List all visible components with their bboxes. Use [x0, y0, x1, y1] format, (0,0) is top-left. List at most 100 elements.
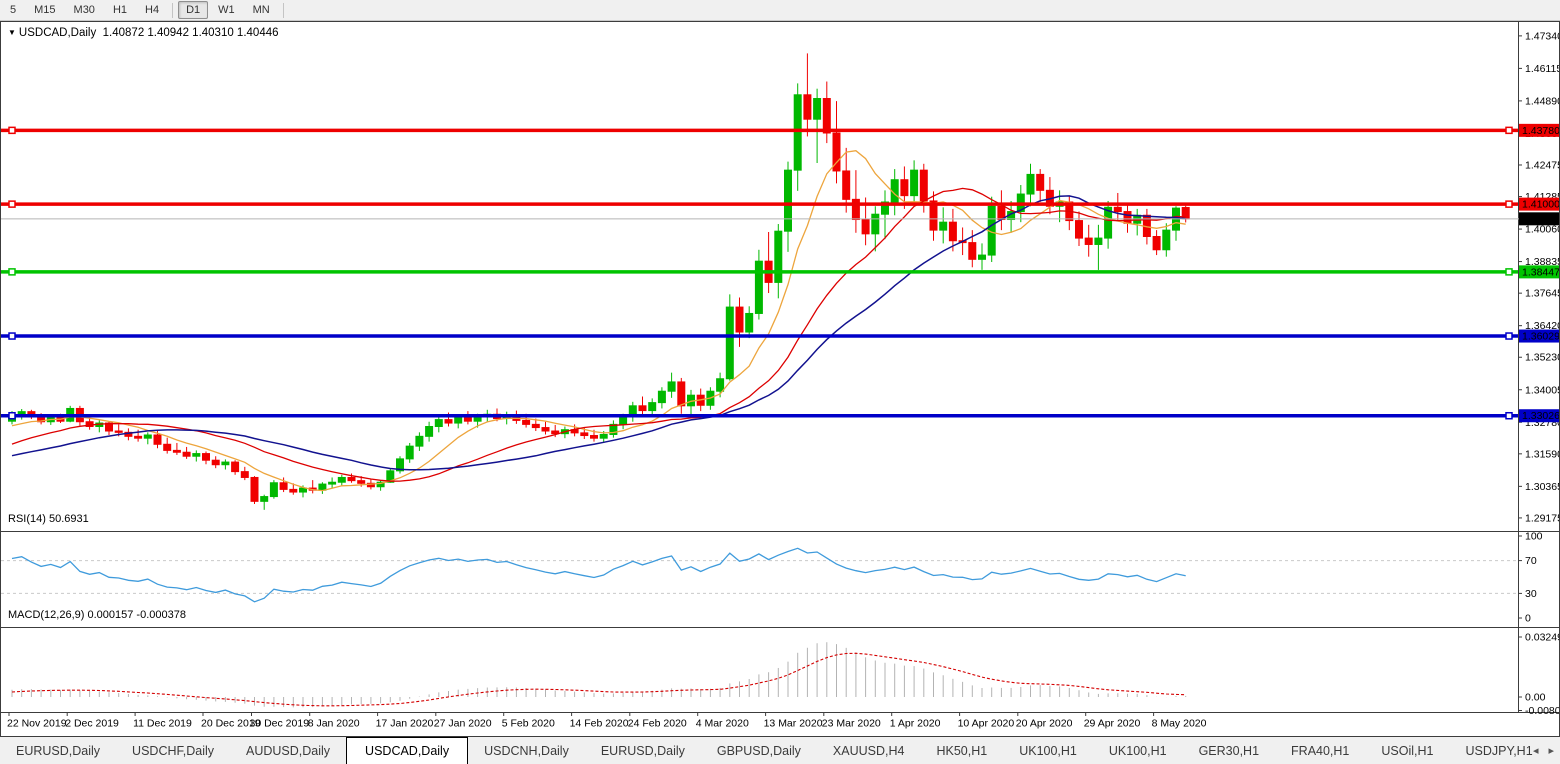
candle [804, 95, 811, 119]
rsi-axis-label: 30 [1525, 588, 1537, 600]
date-axis-label: 29 Apr 2020 [1084, 718, 1141, 730]
candle [911, 170, 918, 195]
tab-xauusd-h4[interactable]: XAUUSD,H4 [817, 737, 921, 764]
timeframe-button-d1[interactable]: D1 [178, 1, 208, 19]
candle [1076, 221, 1083, 239]
candle [785, 170, 792, 231]
candle [755, 261, 762, 313]
candle [232, 462, 239, 472]
date-axis-label: 8 Jan 2020 [308, 718, 360, 730]
candle [649, 403, 656, 411]
hline-price-label-text: 1.36029 [1522, 331, 1559, 343]
tab-usoil-h1[interactable]: USOil,H1 [1365, 737, 1449, 764]
hline-anchor[interactable] [9, 201, 15, 207]
hline-anchor[interactable] [1506, 333, 1512, 339]
tab-audusd-daily[interactable]: AUDUSD,Daily [230, 737, 346, 764]
current-price-label-text: 1.40446 [1522, 213, 1559, 225]
timeframe-button-h4[interactable]: H4 [137, 1, 167, 19]
tab-ger30-h1[interactable]: GER30,H1 [1183, 737, 1275, 764]
tab-eurusd-daily[interactable]: EURUSD,Daily [585, 737, 701, 764]
hline-anchor[interactable] [1506, 413, 1512, 419]
candle [920, 170, 927, 201]
candle [261, 497, 268, 502]
candle [1163, 230, 1170, 250]
tab-gbpusd-daily[interactable]: GBPUSD,Daily [701, 737, 817, 764]
timeframe-button-5[interactable]: 5 [2, 1, 24, 19]
tab-usdchf-daily[interactable]: USDCHF,Daily [116, 737, 230, 764]
rsi-axis-label: 0 [1525, 613, 1531, 625]
date-axis-label: 24 Feb 2020 [628, 718, 687, 730]
date-axis-label: 2 Dec 2019 [65, 718, 119, 730]
candle [319, 484, 326, 490]
candle [843, 171, 850, 199]
candle [1114, 207, 1121, 211]
tab-uk100-h1[interactable]: UK100,H1 [1003, 737, 1093, 764]
candle [212, 460, 219, 465]
price-axis-label: 1.47340 [1525, 30, 1559, 42]
candle [300, 488, 307, 492]
macd-indicator-label: MACD(12,26,9) 0.000157 -0.000378 [8, 609, 186, 621]
candle [1095, 238, 1102, 244]
scroll-right-button[interactable]: ▸ [1548, 744, 1554, 757]
tab-eurusd-daily[interactable]: EURUSD,Daily [0, 737, 116, 764]
candle [338, 477, 345, 482]
hline-anchor[interactable] [1506, 127, 1512, 133]
hline-anchor[interactable] [9, 127, 15, 133]
candle [852, 199, 859, 219]
price-axis-label: 1.46115 [1525, 63, 1559, 75]
symbol-dropdown-icon[interactable]: ▼ [8, 28, 16, 37]
hline-anchor[interactable] [9, 413, 15, 419]
chart-tabs-bar: EURUSD,DailyUSDCHF,DailyAUDUSD,DailyUSDC… [0, 737, 1560, 764]
candle [658, 391, 665, 402]
timeframe-button-m30[interactable]: M30 [66, 1, 103, 19]
rsi-axis-label: 70 [1525, 555, 1537, 567]
candle [251, 477, 258, 501]
candle [222, 462, 229, 465]
candle [591, 436, 598, 439]
candle [717, 379, 724, 391]
candle [639, 406, 646, 411]
candle [406, 446, 413, 459]
chart-canvas[interactable]: 1.473401.461151.448901.436651.424751.412… [1, 22, 1559, 736]
candle [581, 433, 588, 436]
candle [668, 382, 675, 391]
candle [1153, 237, 1160, 250]
candle [823, 99, 830, 133]
candle [144, 435, 151, 438]
timeframe-button-mn[interactable]: MN [245, 1, 278, 19]
tab-uk100-h1[interactable]: UK100,H1 [1093, 737, 1183, 764]
candle [678, 382, 685, 406]
tab-fra40-h1[interactable]: FRA40,H1 [1275, 737, 1365, 764]
timeframe-button-h1[interactable]: H1 [105, 1, 135, 19]
date-axis-label: 20 Apr 2020 [1016, 718, 1073, 730]
candle [115, 431, 122, 432]
candle [542, 428, 549, 431]
hline-anchor[interactable] [9, 269, 15, 275]
candle [872, 214, 879, 234]
hline-anchor[interactable] [9, 333, 15, 339]
tab-hk50-h1[interactable]: HK50,H1 [920, 737, 1003, 764]
candle [746, 313, 753, 332]
timeframe-button-w1[interactable]: W1 [210, 1, 243, 19]
candle [620, 417, 627, 424]
candle [794, 95, 801, 170]
hline-price-label-text: 1.41000 [1522, 199, 1559, 211]
candle [348, 477, 355, 480]
timeframe-toolbar: 5M15M30H1H4 D1W1MN [0, 0, 1560, 21]
chart-window[interactable]: 1.473401.461151.448901.436651.424751.412… [0, 21, 1560, 737]
toolbar-separator [172, 3, 173, 18]
macd-axis-label: 0.032493 [1525, 631, 1559, 643]
hline-anchor[interactable] [1506, 269, 1512, 275]
scroll-left-button[interactable]: ◂ [1533, 744, 1539, 757]
price-axis-label: 1.40060 [1525, 224, 1559, 236]
date-axis-label: 13 Mar 2020 [764, 718, 823, 730]
tab-usdcad-daily[interactable]: USDCAD,Daily [346, 737, 468, 764]
timeframe-button-m15[interactable]: M15 [26, 1, 63, 19]
hline-anchor[interactable] [1506, 201, 1512, 207]
candle [416, 436, 423, 446]
candle [435, 420, 442, 427]
tab-usdcnh-daily[interactable]: USDCNH,Daily [468, 737, 585, 764]
date-axis-label: 27 Jan 2020 [434, 718, 492, 730]
date-axis-label: 22 Nov 2019 [7, 718, 67, 730]
date-axis-label: 1 Apr 2020 [890, 718, 941, 730]
